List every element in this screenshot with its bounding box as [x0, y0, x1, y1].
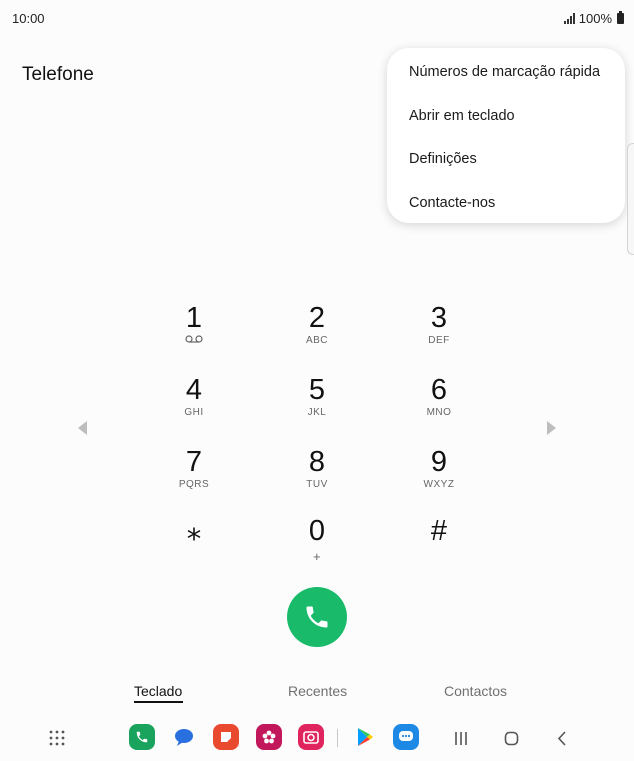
key-digit: 8 — [308, 446, 326, 478]
key-digit: 6 — [430, 374, 448, 406]
key-letters: MNO — [426, 407, 452, 418]
play-triangle-icon — [358, 728, 373, 746]
voicemail-icon — [185, 335, 203, 343]
tab-recents[interactable]: Recentes — [288, 683, 347, 699]
menu-item-contact-us[interactable]: Contacte-nos — [409, 195, 495, 211]
keypad-key-9[interactable]: 9 WXYZ — [404, 447, 474, 491]
battery-percent: 100% — [578, 11, 612, 26]
keypad-key-star[interactable]: ⁎ — [159, 516, 229, 546]
chevron-left-icon[interactable] — [78, 421, 87, 435]
keypad-key-2[interactable]: 2 ABC — [282, 303, 352, 347]
key-digit: 7 — [185, 446, 203, 478]
status-bar: 10:00 100% — [0, 0, 634, 36]
key-digit: 3 — [430, 302, 448, 334]
play-store-icon[interactable] — [352, 724, 378, 750]
home-nav-icon[interactable] — [504, 731, 519, 746]
key-digit: 4 — [185, 374, 203, 406]
key-letters: + — [312, 549, 322, 564]
apps-grid-icon[interactable] — [49, 730, 65, 746]
menu-item-speed-dial[interactable]: Números de marcação rápida — [409, 64, 600, 80]
call-button[interactable] — [287, 587, 347, 647]
dock-separator — [337, 729, 338, 747]
overflow-menu: Números de marcação rápida Abrir em tecl… — [387, 48, 625, 223]
chevron-right-icon[interactable] — [547, 421, 556, 435]
gallery-app-icon[interactable] — [256, 724, 282, 750]
menu-item-settings[interactable]: Definições — [409, 151, 477, 167]
keypad-key-hash[interactable]: # — [404, 516, 474, 546]
active-tab-indicator — [134, 701, 183, 703]
phone-icon — [306, 606, 328, 628]
keypad-key-0[interactable]: 0 + — [282, 515, 352, 564]
chat-app-icon[interactable] — [393, 724, 419, 750]
key-digit: 0 — [308, 515, 326, 547]
status-time: 10:00 — [12, 11, 45, 26]
signal-icon — [563, 13, 575, 24]
tab-keypad[interactable]: Teclado — [134, 683, 182, 699]
edge-panel-handle[interactable] — [627, 143, 634, 255]
key-digit: # — [430, 515, 448, 547]
note-glyph-icon — [221, 732, 231, 742]
key-letters: ABC — [305, 335, 329, 346]
battery-icon — [617, 11, 624, 24]
flower-icon — [262, 730, 276, 744]
status-indicators: 100% — [563, 11, 624, 26]
key-digit: 9 — [430, 446, 448, 478]
key-letters: DEF — [428, 335, 450, 346]
key-letters: GHI — [184, 407, 204, 418]
menu-item-open-in-keypad[interactable]: Abrir em teclado — [409, 108, 515, 124]
tab-contacts[interactable]: Contactos — [444, 683, 507, 699]
keypad-key-3[interactable]: 3 DEF — [404, 303, 474, 347]
camera-glyph-icon — [303, 731, 319, 744]
key-letters: JKL — [307, 407, 327, 418]
keypad-key-5[interactable]: 5 JKL — [282, 375, 352, 419]
messages-app-icon[interactable] — [171, 724, 197, 750]
key-letters: PQRS — [178, 479, 210, 490]
notes-app-icon[interactable] — [213, 724, 239, 750]
keypad-key-1[interactable]: 1 — [159, 303, 229, 343]
phone-glyph-icon — [136, 731, 148, 743]
phone-app-icon[interactable] — [129, 724, 155, 750]
keypad-key-7[interactable]: 7 PQRS — [159, 447, 229, 491]
keypad-key-8[interactable]: 8 TUV — [282, 447, 352, 491]
chat-dots-icon — [399, 731, 413, 741]
page-title: Telefone — [22, 64, 94, 85]
key-digit: 5 — [308, 374, 326, 406]
keypad-key-4[interactable]: 4 GHI — [159, 375, 229, 419]
key-digit: 2 — [308, 302, 326, 334]
recents-nav-icon[interactable] — [454, 731, 468, 746]
back-nav-icon[interactable] — [557, 731, 567, 746]
chat-bubble-icon — [175, 729, 193, 746]
key-letters: WXYZ — [423, 479, 455, 490]
keypad-key-6[interactable]: 6 MNO — [404, 375, 474, 419]
key-digit: ⁎ — [186, 515, 202, 547]
camera-app-icon[interactable] — [298, 724, 324, 750]
key-letters: TUV — [306, 479, 328, 490]
key-digit: 1 — [185, 302, 203, 334]
